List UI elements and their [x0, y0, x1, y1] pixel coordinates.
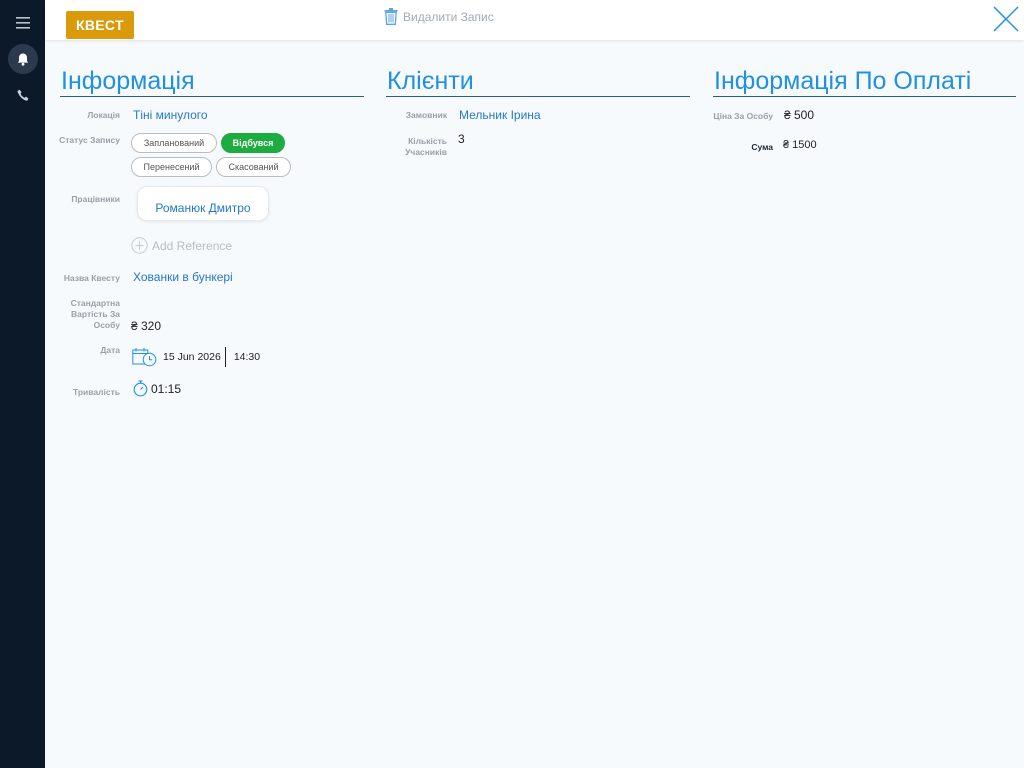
status-planned-button[interactable]: Запланований: [131, 133, 217, 153]
info-section-title: Інформація: [61, 67, 195, 95]
participants-label: Кількість Учасників: [405, 136, 447, 157]
delete-record-button[interactable]: Видалити Запис: [384, 8, 494, 25]
duration-row[interactable]: 01:15: [133, 380, 181, 397]
status-cancelled-button[interactable]: Скасований: [216, 157, 291, 177]
info-divider: [60, 96, 364, 97]
location-label: Локація: [87, 110, 120, 120]
delete-record-label: Видалити Запис: [403, 9, 494, 24]
quest-name-value[interactable]: Хованки в бункері: [133, 270, 233, 284]
duration-label: Тривалість: [72, 387, 120, 397]
customer-value[interactable]: Мельник Ірина: [459, 108, 541, 122]
close-icon[interactable]: [991, 4, 1021, 34]
bell-icon[interactable]: [8, 44, 38, 74]
left-nav-rail: [0, 0, 45, 768]
sum-label: Сума: [751, 142, 773, 152]
duration-value: 01:15: [151, 381, 182, 396]
payment-section-title: Інформація По Оплаті: [714, 67, 972, 95]
time-value[interactable]: 14:30: [234, 351, 260, 363]
worker-card[interactable]: Романюк Дмитро: [137, 186, 269, 221]
date-label: Дата: [100, 345, 120, 355]
customer-label: Замовник: [405, 110, 447, 120]
clients-section-title: Клієнти: [387, 67, 474, 95]
plus-circle-icon: [131, 237, 148, 254]
calendar-clock-icon[interactable]: [132, 347, 157, 367]
price-per-person-value: ₴ 500: [784, 108, 815, 122]
price-per-person-label: Ціна За Особу: [713, 111, 773, 121]
top-bar: КВЕСТ Видалити Запис: [45, 0, 1024, 40]
quest-name-label: Назва Квесту: [63, 273, 120, 283]
participants-value: 3: [458, 132, 465, 146]
date-time-row: 15 Jun 2026 14:30: [132, 346, 260, 368]
status-done-button[interactable]: Відбувся: [221, 133, 285, 153]
std-cost-label: Стандартна Вартість За Особу: [70, 298, 120, 330]
sum-value: ₴ 1500: [783, 139, 817, 151]
status-label: Статус Запису: [59, 135, 120, 145]
phone-icon[interactable]: [8, 80, 38, 110]
std-cost-value: ₴ 320: [131, 319, 162, 333]
menu-icon[interactable]: [8, 8, 38, 38]
status-rescheduled-button[interactable]: Перенесений: [131, 157, 212, 177]
stopwatch-icon: [133, 380, 148, 397]
clients-divider: [386, 96, 690, 97]
add-reference-label: Add Reference: [152, 238, 233, 253]
workers-label: Працівники: [71, 194, 120, 204]
record-type-badge: КВЕСТ: [66, 11, 134, 39]
date-time-separator: [224, 347, 226, 367]
payment-divider: [713, 96, 1016, 97]
location-value[interactable]: Тіні минулого: [133, 108, 208, 122]
date-value[interactable]: 15 Jun 2026: [163, 351, 221, 363]
add-reference-button[interactable]: Add Reference: [131, 237, 232, 254]
trash-icon: [384, 8, 398, 25]
